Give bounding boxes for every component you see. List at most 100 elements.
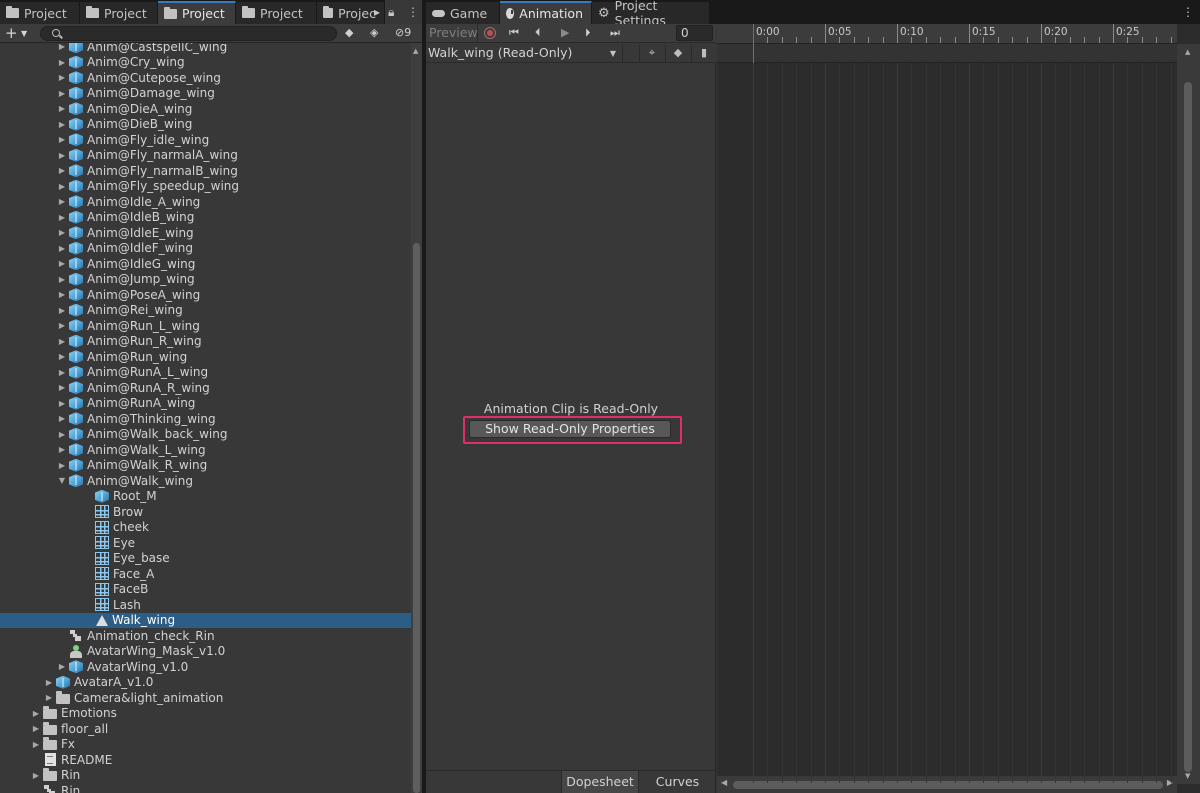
- tree-row[interactable]: ▶ Anim@PoseA_wing: [0, 287, 411, 303]
- tab-game[interactable]: Game: [426, 2, 500, 24]
- tree-row[interactable]: ▶ Anim@RunA_wing: [0, 396, 411, 412]
- first-keyframe-icon[interactable]: ⏮: [509, 25, 519, 41]
- tree-row[interactable]: ▶ AvatarWing_v1.0: [0, 659, 411, 675]
- clip-dropdown[interactable]: Walk_wing (Read-Only) ▼: [426, 44, 623, 62]
- tab-project-3[interactable]: Project: [158, 1, 236, 24]
- tree-row[interactable]: AvatarWing_Mask_v1.0: [0, 644, 411, 660]
- expand-arrow-icon[interactable]: ▶: [57, 151, 67, 160]
- tree-row[interactable]: Lash: [0, 597, 411, 613]
- play-icon[interactable]: ▶: [561, 25, 569, 41]
- scroll-right-icon[interactable]: ▶: [1167, 778, 1173, 787]
- tab-project-4[interactable]: Project: [236, 2, 317, 24]
- tree-row[interactable]: ▶ Anim@CastspellC_wing: [0, 43, 411, 55]
- tree-row[interactable]: ▶ Anim@Walk_L_wing: [0, 442, 411, 458]
- tree-row[interactable]: Animation_check_Rin: [0, 628, 411, 644]
- tree-row[interactable]: ▼ Anim@Walk_wing: [0, 473, 411, 489]
- search-input[interactable]: [40, 26, 337, 41]
- tree-row[interactable]: Face_A: [0, 566, 411, 582]
- tree-row[interactable]: ▶ Anim@DieA_wing: [0, 101, 411, 117]
- expand-arrow-icon[interactable]: ▶: [31, 709, 41, 718]
- kebab-menu-icon[interactable]: ⋮: [1182, 5, 1194, 19]
- collapse-arrow-icon[interactable]: ▼: [57, 476, 67, 485]
- expand-arrow-icon[interactable]: ▶: [57, 430, 67, 439]
- tree-row[interactable]: ▶ Anim@Run_wing: [0, 349, 411, 365]
- expand-arrow-icon[interactable]: ▶: [57, 383, 67, 392]
- tree-row[interactable]: ▶ Anim@Fly_narmalB_wing: [0, 163, 411, 179]
- tree-row[interactable]: ▶ Anim@IdleB_wing: [0, 210, 411, 226]
- expand-arrow-icon[interactable]: ▶: [57, 104, 67, 113]
- expand-arrow-icon[interactable]: ▶: [57, 166, 67, 175]
- tree-row[interactable]: ▶ Fx: [0, 737, 411, 753]
- tree-row[interactable]: Eye_base: [0, 551, 411, 567]
- hidden-packages-icon[interactable]: ⊘9: [395, 26, 411, 39]
- tree-row[interactable]: ▶ Anim@RunA_R_wing: [0, 380, 411, 396]
- previous-keyframe-icon[interactable]: ⏴: [535, 25, 541, 41]
- tree-row[interactable]: FaceB: [0, 582, 411, 598]
- expand-arrow-icon[interactable]: ▶: [57, 662, 67, 671]
- expand-arrow-icon[interactable]: ▶: [44, 693, 54, 702]
- chevron-down-icon[interactable]: ▼: [21, 29, 27, 38]
- tab-dopesheet[interactable]: Dopesheet: [561, 771, 638, 793]
- expand-arrow-icon[interactable]: ▶: [57, 259, 67, 268]
- tab-project-1[interactable]: Project: [0, 2, 80, 24]
- tree-row[interactable]: ▶ AvatarA_v1.0: [0, 675, 411, 691]
- tree-row[interactable]: Brow: [0, 504, 411, 520]
- expand-arrow-icon[interactable]: ▶: [57, 58, 67, 67]
- add-keyframe-icon[interactable]: ◆: [665, 45, 690, 62]
- expand-arrow-icon[interactable]: ▶: [57, 135, 67, 144]
- tree-row[interactable]: Walk_wing: [0, 612, 411, 628]
- tree-row[interactable]: README: [0, 752, 411, 768]
- tree-row[interactable]: ▶ Anim@IdleF_wing: [0, 241, 411, 257]
- label-tag-icon[interactable]: ◈: [370, 26, 378, 39]
- expand-arrow-icon[interactable]: ▶: [57, 228, 67, 237]
- tree-row[interactable]: ▶ Anim@IdleG_wing: [0, 256, 411, 272]
- tree-row[interactable]: ▶ Anim@IdleE_wing: [0, 225, 411, 241]
- scroll-up-icon[interactable]: ▲: [413, 47, 418, 55]
- tree-row[interactable]: Root_M: [0, 489, 411, 505]
- timeline-vertical-scrollbar[interactable]: ▲ ▼: [1177, 44, 1200, 784]
- tab-project-settings[interactable]: ⚙ Project Settings: [592, 0, 710, 28]
- tree-row[interactable]: ▶ Anim@Idle_A_wing: [0, 194, 411, 210]
- timeline-area[interactable]: 0:00 0:05 0:10 0:15 0:20 0:25 ▲ ▼ ◀ ▶: [717, 24, 1200, 793]
- project-scrollbar[interactable]: ▲: [411, 43, 422, 793]
- frame-field[interactable]: 0: [676, 25, 713, 41]
- expand-arrow-icon[interactable]: ▶: [57, 337, 67, 346]
- tree-row[interactable]: ▶ Anim@DieB_wing: [0, 117, 411, 133]
- scroll-up-icon[interactable]: ▲: [1185, 48, 1190, 56]
- tree-row[interactable]: ▶ Anim@Run_R_wing: [0, 334, 411, 350]
- scroll-thumb[interactable]: [1184, 82, 1192, 772]
- expand-arrow-icon[interactable]: ▶: [57, 120, 67, 129]
- kebab-menu-icon[interactable]: ⋮: [407, 5, 419, 19]
- tree-row[interactable]: ▶ Rin: [0, 768, 411, 784]
- tree-row[interactable]: ▶ Anim@Fly_idle_wing: [0, 132, 411, 148]
- expand-arrow-icon[interactable]: ▶: [57, 244, 67, 253]
- next-keyframe-icon[interactable]: ⏵: [585, 25, 591, 41]
- expand-arrow-icon[interactable]: ▶: [57, 352, 67, 361]
- expand-arrow-icon[interactable]: ▶: [57, 213, 67, 222]
- tree-row[interactable]: ▶ floor_all: [0, 721, 411, 737]
- expand-arrow-icon[interactable]: ▶: [57, 461, 67, 470]
- tree-row[interactable]: ▶ Anim@Cutepose_wing: [0, 70, 411, 86]
- search-by-type-icon[interactable]: ◆: [345, 26, 353, 39]
- tab-project-2[interactable]: Project: [80, 2, 158, 24]
- tree-row[interactable]: ▶ Anim@Thinking_wing: [0, 411, 411, 427]
- tab-overflow-arrow-icon[interactable]: ▸: [374, 5, 380, 19]
- preview-toggle[interactable]: Preview: [426, 24, 478, 42]
- expand-arrow-icon[interactable]: ▶: [44, 678, 54, 687]
- lock-icon[interactable]: 🔒︎: [388, 5, 394, 20]
- tree-row[interactable]: ▶ Anim@RunA_L_wing: [0, 365, 411, 381]
- timeline-horizontal-scrollbar[interactable]: ◀ ▶: [717, 776, 1177, 793]
- tree-row[interactable]: ▶ Anim@Damage_wing: [0, 86, 411, 102]
- tree-row[interactable]: cheek: [0, 520, 411, 536]
- tree-row[interactable]: ▶ Anim@Fly_narmalA_wing: [0, 148, 411, 164]
- expand-arrow-icon[interactable]: ▶: [57, 275, 67, 284]
- tree-row[interactable]: ▶ Anim@Rei_wing: [0, 303, 411, 319]
- expand-arrow-icon[interactable]: ▶: [31, 771, 41, 780]
- filter-by-selection-icon[interactable]: ⌖: [639, 45, 664, 62]
- add-event-icon[interactable]: ▮: [691, 45, 716, 62]
- expand-arrow-icon[interactable]: ▶: [31, 740, 41, 749]
- tree-row[interactable]: ▶ Anim@Cry_wing: [0, 55, 411, 71]
- scroll-thumb[interactable]: [413, 243, 420, 793]
- expand-arrow-icon[interactable]: ▶: [57, 368, 67, 377]
- create-plus-icon[interactable]: +: [5, 24, 18, 42]
